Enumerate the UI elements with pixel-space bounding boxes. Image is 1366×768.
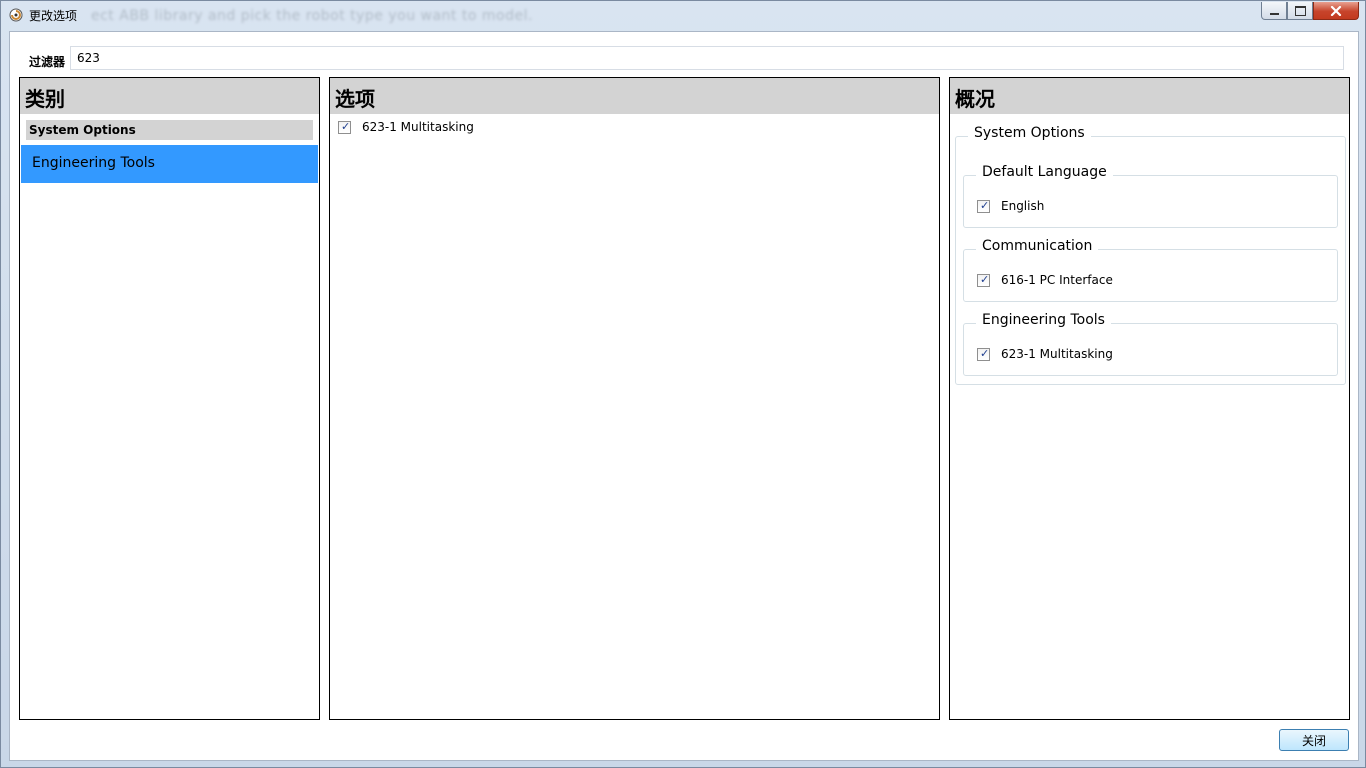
background-window-text: ect ABB library and pick the robot type … [91,8,533,24]
check-icon: ✓ [980,198,990,212]
summary-item-label: 616-1 PC Interface [1001,273,1113,287]
filter-input[interactable] [70,46,1344,70]
minimize-button[interactable] [1261,2,1287,20]
summary-item[interactable]: ✓ 616-1 PC Interface [977,273,1113,287]
summary-checkbox[interactable]: ✓ [977,272,990,287]
window-controls [1261,2,1359,22]
summary-section-communication: Communication ✓ 616-1 PC Interface [963,238,1338,302]
close-icon [1330,5,1342,16]
options-panel: 选项 ✓ 623-1 Multitasking [329,77,940,720]
close-window-button[interactable] [1313,2,1359,20]
summary-header: 概况 [950,78,1349,114]
filter-label: 过滤器 [29,55,66,69]
category-group-system-options: System Options [26,120,313,140]
categories-header: 类别 [20,78,319,114]
check-icon: ✓ [341,119,351,133]
minimize-icon [1269,12,1279,15]
summary-group-system-options: System Options Default Language ✓ Englis… [955,125,1346,385]
summary-checkbox[interactable]: ✓ [977,346,990,361]
option-checkbox[interactable]: ✓ [338,119,351,134]
summary-section-title: Engineering Tools [976,312,1111,328]
summary-item-label: English [1001,199,1045,213]
summary-section-title: Communication [976,238,1099,254]
restore-icon [1294,5,1306,16]
categories-panel: 类别 System Options Engineering Tools [19,77,320,720]
check-icon: ✓ [980,272,990,286]
dialog-content: 过滤器 类别 System Options Engineering Tools … [9,31,1359,761]
close-button[interactable]: 关闭 [1279,729,1349,751]
category-item-engineering-tools[interactable]: Engineering Tools [21,145,318,183]
window-title: 更改选项 [29,9,78,23]
summary-section-engineering-tools: Engineering Tools ✓ 623-1 Multitasking [963,312,1338,376]
summary-group-title: System Options [968,125,1091,141]
summary-checkbox[interactable]: ✓ [977,198,990,213]
restore-button[interactable] [1287,2,1313,20]
dialog-window: 更改选项 ect ABB library and pick the robot … [0,0,1366,768]
summary-item[interactable]: ✓ 623-1 Multitasking [977,347,1113,361]
summary-section-default-language: Default Language ✓ English [963,164,1338,228]
summary-panel: 概况 System Options Default Language ✓ Eng… [949,77,1350,720]
title-bar[interactable]: 更改选项 ect ABB library and pick the robot … [1,1,1365,31]
option-label: 623-1 Multitasking [362,120,474,134]
summary-item[interactable]: ✓ English [977,199,1044,213]
check-icon: ✓ [980,346,990,360]
summary-section-title: Default Language [976,164,1113,180]
app-icon [9,8,23,22]
option-item[interactable]: ✓ 623-1 Multitasking [330,114,939,134]
options-header: 选项 [330,78,939,114]
summary-item-label: 623-1 Multitasking [1001,347,1113,361]
